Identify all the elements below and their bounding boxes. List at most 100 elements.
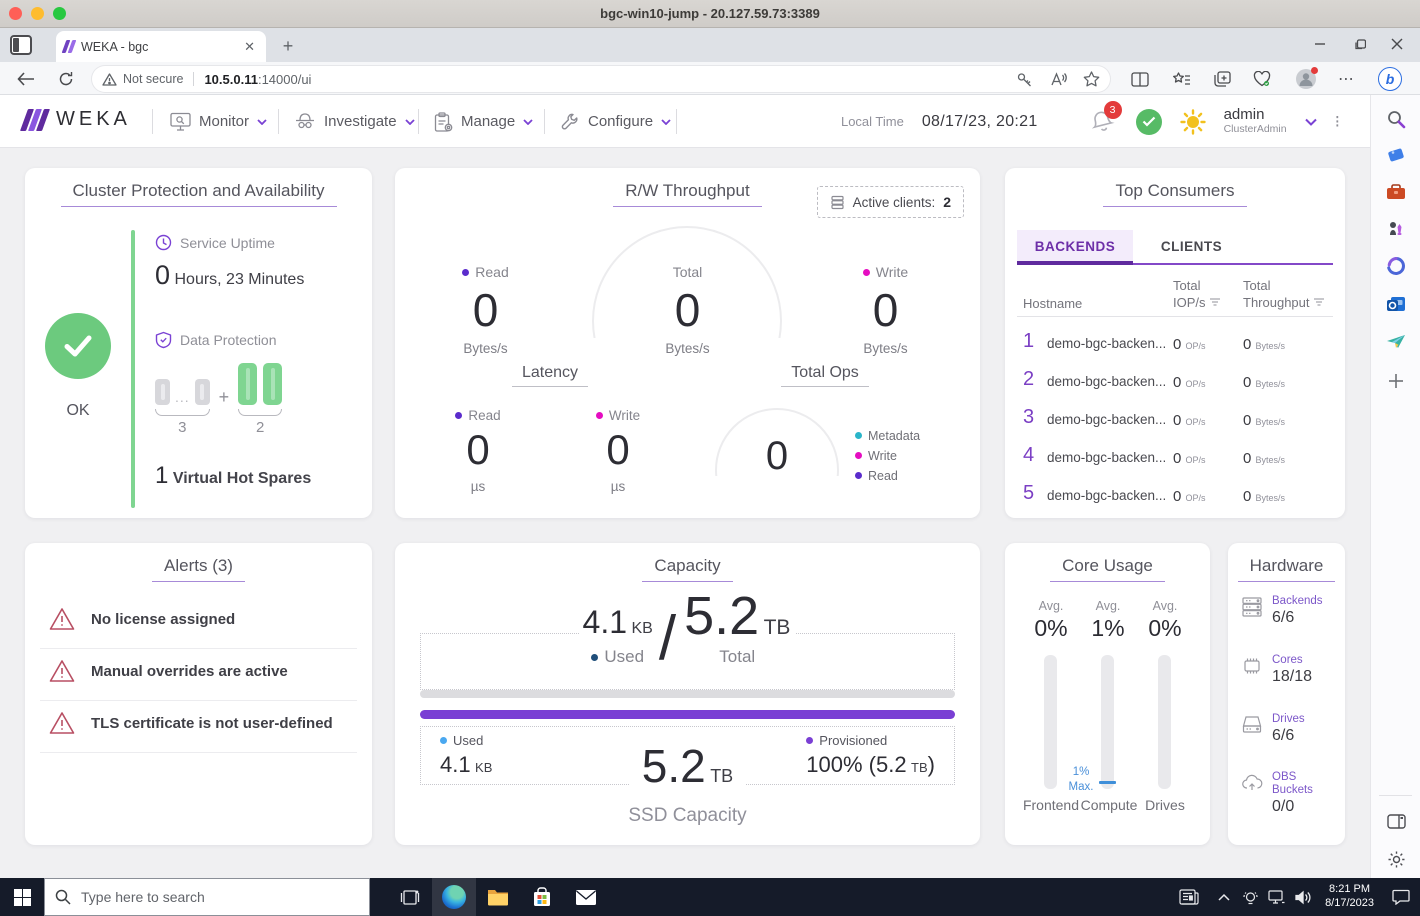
sidebar-add-icon[interactable] — [1384, 369, 1408, 393]
menu-investigate[interactable]: Investigate — [294, 105, 415, 138]
menu-configure[interactable]: Configure — [560, 105, 671, 138]
task-view-button[interactable] — [388, 878, 432, 916]
browser-maximize-button[interactable] — [1345, 31, 1375, 57]
hot-spares-text: Virtual Hot Spares — [172, 470, 312, 487]
sidebar-tools-icon[interactable] — [1384, 180, 1408, 204]
consumer-row[interactable]: 5 demo-bgc-backen... 0 OP/s 0 Bytes/s — [1005, 478, 1345, 516]
active-clients-badge[interactable]: Active clients: 2 — [816, 186, 964, 218]
filter-icon[interactable] — [1209, 298, 1220, 307]
nav-divider — [418, 109, 419, 134]
tray-network-icon[interactable] — [1263, 878, 1289, 916]
tab-backends[interactable]: BACKENDS — [1017, 230, 1133, 263]
nav-divider — [278, 109, 279, 134]
action-center-icon[interactable] — [1382, 878, 1420, 916]
sidebar-search-icon[interactable] — [1384, 107, 1408, 131]
cluster-health-ok-icon[interactable] — [1135, 108, 1162, 135]
collections-icon[interactable] — [1210, 67, 1234, 91]
browser-tab[interactable]: WEKA - bgc ✕ — [56, 31, 266, 62]
menu-monitor[interactable]: Monitor — [170, 105, 267, 138]
taskbar-file-explorer-icon[interactable] — [476, 878, 520, 916]
warning-triangle-icon — [49, 660, 75, 682]
consumer-row[interactable]: 3 demo-bgc-backen... 0 OP/s 0 Bytes/s — [1005, 402, 1345, 440]
more-menu-icon[interactable]: ⋯ — [1334, 67, 1358, 91]
tab-actions-icon[interactable] — [10, 35, 32, 55]
taskbar-store-icon[interactable] — [520, 878, 564, 916]
url-text[interactable]: 10.5.0.11:14000/ui — [204, 72, 311, 87]
taskbar-edge-icon[interactable] — [432, 878, 476, 916]
tab-clients[interactable]: CLIENTS — [1133, 230, 1250, 263]
taskbar-clock[interactable]: 8:21 PM 8/17/2023 — [1317, 883, 1382, 911]
hardware-obs-buckets[interactable]: OBS Buckets 0/0 — [1240, 771, 1341, 816]
read-aloud-icon[interactable] — [1049, 71, 1067, 87]
start-button[interactable] — [0, 878, 44, 916]
capacity-used-bar — [420, 690, 955, 698]
refresh-icon[interactable] — [54, 67, 78, 91]
hardware-backends[interactable]: Backends 6/6 — [1240, 595, 1341, 627]
sidebar-outlook-icon[interactable] — [1384, 292, 1408, 316]
browser-essentials-icon[interactable] — [1250, 67, 1274, 91]
nav-divider — [544, 109, 545, 134]
favorite-star-icon[interactable] — [1083, 71, 1100, 87]
tray-volume-icon[interactable] — [1289, 878, 1317, 916]
sidebar-drop-icon[interactable] — [1384, 329, 1408, 353]
sidebar-games-icon[interactable] — [1384, 217, 1408, 241]
bing-chat-icon[interactable]: b — [1378, 67, 1402, 91]
backends-icon — [1242, 597, 1262, 617]
browser-toolbar: Not secure 10.5.0.11:14000/ui ⋯ b — [0, 62, 1420, 95]
browser-close-button[interactable] — [1382, 31, 1412, 57]
user-menu[interactable]: admin ClusterAdmin — [1224, 107, 1287, 135]
panel-title: Cluster Protection and Availability — [25, 181, 372, 207]
taskbar-search-input[interactable] — [81, 889, 331, 905]
back-icon[interactable] — [14, 67, 38, 91]
clock-date: 8/17/2023 — [1325, 897, 1374, 909]
sidebar-settings-gear-icon[interactable] — [1384, 847, 1408, 871]
consumer-row[interactable]: 4 demo-bgc-backen... 0 OP/s 0 Bytes/s — [1005, 440, 1345, 478]
consumer-row[interactable]: 1 demo-bgc-backen... 0 OP/s 0 Bytes/s — [1005, 326, 1345, 364]
hardware-cores[interactable]: Cores 18/18 — [1240, 654, 1341, 686]
sidebar-m365-icon[interactable] — [1384, 254, 1408, 278]
alert-item[interactable]: TLS certificate is not user-defined — [49, 711, 348, 735]
notifications-bell[interactable]: 3 — [1088, 100, 1122, 137]
profile-avatar[interactable] — [1294, 67, 1318, 91]
omnibox-divider — [193, 72, 195, 86]
plus-sign: + — [218, 387, 230, 407]
theme-sun-icon[interactable] — [1179, 108, 1206, 135]
sidebar-shopping-icon[interactable] — [1384, 143, 1408, 167]
split-screen-icon[interactable] — [1128, 67, 1152, 91]
hardware-drives[interactable]: Drives 6/6 — [1240, 713, 1341, 745]
frontend-avg-value: 0% — [1034, 615, 1068, 641]
browser-minimize-button[interactable] — [1305, 31, 1335, 57]
menu-manage[interactable]: Manage — [434, 105, 533, 138]
password-key-icon[interactable] — [1016, 71, 1033, 88]
panel-title: Core Usage — [1005, 556, 1210, 582]
favorites-bar-icon[interactable] — [1170, 67, 1194, 91]
alert-text: TLS certificate is not user-defined — [91, 714, 333, 732]
tray-show-hidden-icons[interactable] — [1211, 878, 1237, 916]
weka-logo[interactable]: WEKA — [19, 108, 131, 131]
alert-item[interactable]: No license assigned — [49, 607, 348, 631]
consumer-row[interactable]: 2 demo-bgc-backen... 0 OP/s 0 Bytes/s — [1005, 364, 1345, 402]
compute-usage-bar — [1101, 655, 1114, 789]
alert-item[interactable]: Manual overrides are active — [49, 659, 348, 683]
news-widget-icon[interactable] — [1167, 878, 1211, 916]
panel-core-usage: Core Usage Avg. 0% Avg. 1% Avg. 0% 1% Ma… — [1005, 543, 1210, 845]
cores-value: 18/18 — [1272, 668, 1313, 686]
filter-icon[interactable] — [1313, 298, 1324, 307]
tab-close-icon[interactable]: ✕ — [241, 39, 258, 55]
taskbar-search-box[interactable] — [44, 878, 370, 916]
address-bar[interactable]: Not secure 10.5.0.11:14000/ui — [92, 66, 1110, 92]
menu-manage-label: Manage — [461, 113, 516, 130]
row-hostname: demo-bgc-backen... — [1047, 412, 1167, 427]
user-menu-chevron-icon[interactable] — [1304, 118, 1317, 126]
tray-rdp-icon[interactable] — [1237, 878, 1263, 916]
new-tab-button[interactable]: + — [278, 36, 298, 57]
overflow-menu-icon[interactable]: ⁝ — [1335, 112, 1340, 132]
compute-avg-value: 1% — [1091, 615, 1125, 641]
used-dot — [591, 654, 599, 661]
chevron-down-icon — [257, 118, 267, 125]
taskbar-mail-icon[interactable] — [564, 878, 608, 916]
sidebar-toggle-icon[interactable] — [1384, 809, 1408, 833]
security-label[interactable]: Not secure — [123, 72, 183, 86]
write-dot — [855, 452, 862, 459]
row-throughput: 0 Bytes/s — [1243, 336, 1286, 353]
